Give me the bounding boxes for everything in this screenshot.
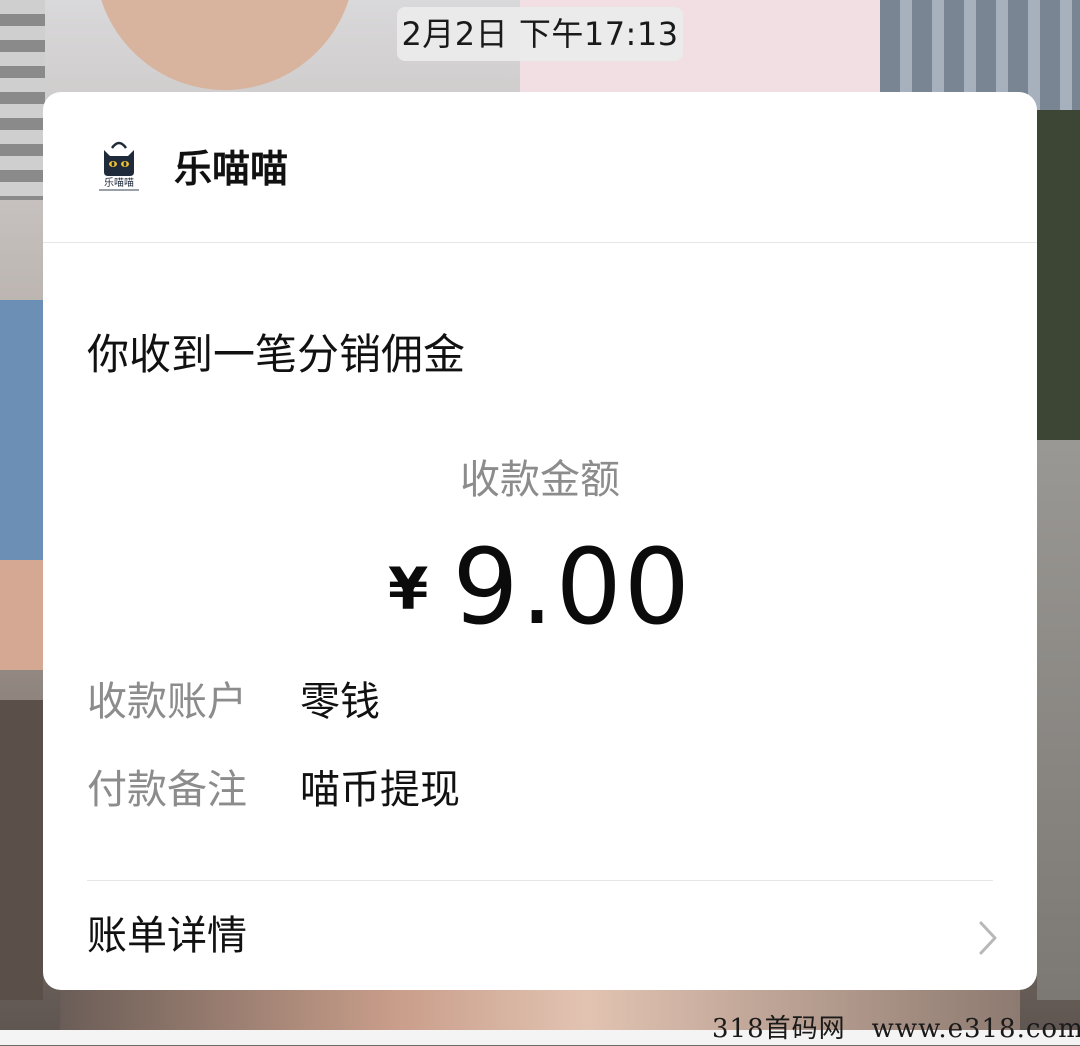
watermark-site-name: 318首码网 bbox=[712, 1014, 846, 1044]
watermark: 318首码网 www.e318.com bbox=[712, 1012, 1080, 1046]
bill-details-link[interactable]: 账单详情 bbox=[43, 882, 1037, 990]
background-ground bbox=[0, 700, 43, 1000]
notification-title: 你收到一笔分销佣金 bbox=[87, 330, 466, 379]
card-header[interactable]: 乐喵喵 乐喵喵 bbox=[43, 92, 1037, 243]
app-name[interactable]: 乐喵喵 bbox=[174, 142, 288, 196]
chevron-right-icon bbox=[979, 921, 997, 955]
detail-row-remark: 付款备注 喵币提现 bbox=[87, 760, 993, 820]
background-road bbox=[1037, 440, 1080, 1000]
bill-details-label: 账单详情 bbox=[87, 913, 247, 959]
logo-wordmark: 乐喵喵 bbox=[104, 177, 134, 189]
cat-shopping-bag-logo: 乐喵喵 bbox=[99, 141, 139, 191]
message-timestamp: 2月2日 下午17:13 bbox=[397, 7, 683, 61]
background-tree bbox=[1037, 110, 1080, 440]
divider bbox=[87, 880, 993, 881]
amount-value: 9.00 bbox=[452, 526, 692, 648]
detail-label: 付款备注 bbox=[87, 767, 247, 813]
background-building-left bbox=[0, 0, 45, 200]
amount-display: ¥9.00 bbox=[43, 532, 1037, 673]
watermark-site-url: www.e318.com bbox=[871, 1014, 1080, 1044]
amount-label: 收款金额 bbox=[460, 457, 620, 503]
background-hand bbox=[0, 560, 43, 670]
detail-label: 收款账户 bbox=[87, 679, 247, 725]
payment-notification-card[interactable]: 乐喵喵 乐喵喵 你收到一笔分销佣金 收款金额 ¥9.00 收款账户 零钱 付款备… bbox=[43, 92, 1037, 990]
detail-value: 喵币提现 bbox=[300, 767, 460, 813]
detail-row-account: 收款账户 零钱 bbox=[87, 672, 993, 732]
currency-symbol: ¥ bbox=[388, 555, 429, 623]
detail-value: 零钱 bbox=[300, 679, 380, 725]
